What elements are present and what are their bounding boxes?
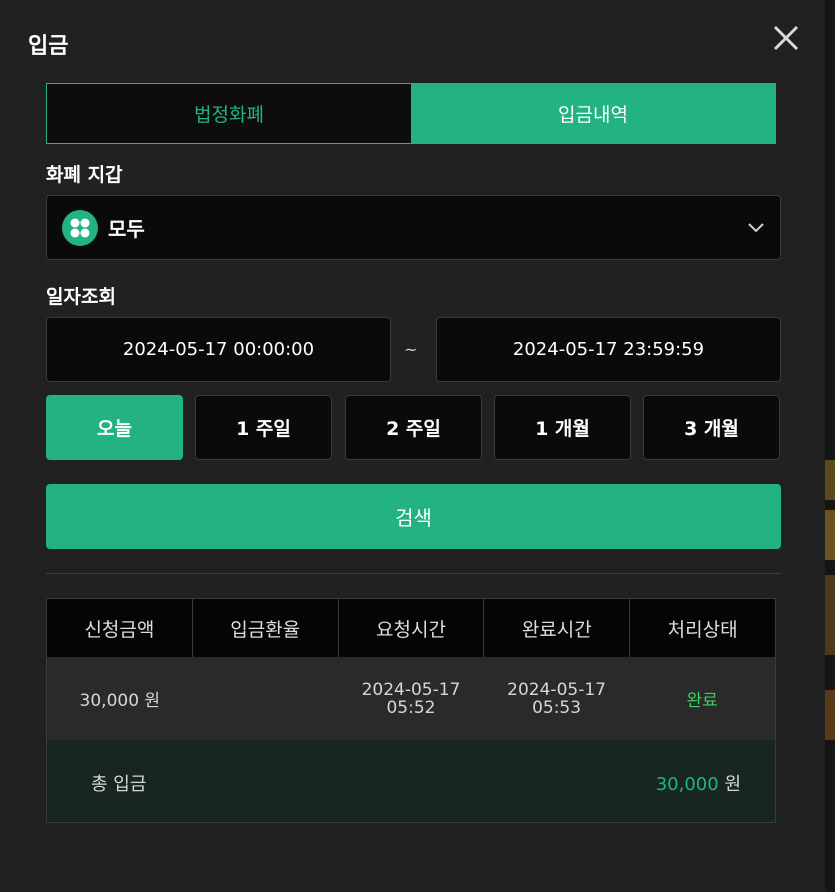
tab-fiat-currency[interactable]: 법정화폐 <box>47 84 411 143</box>
total-amount-value: 30,000 <box>655 774 719 795</box>
header-request-time: 요청시간 <box>339 599 485 657</box>
cell-complete-time: 2024-05-17 05:53 <box>484 657 630 740</box>
tab-bar: 법정화폐 입금내역 <box>46 83 776 144</box>
cell-complete-time-text: 05:53 <box>532 697 582 718</box>
range-1-week-button[interactable]: 1 주일 <box>195 395 332 460</box>
cell-request-time-text: 05:52 <box>386 697 436 718</box>
end-date-input[interactable]: 2024-05-17 23:59:59 <box>436 317 781 382</box>
wallet-label: 화폐 지갑 <box>46 164 123 186</box>
range-1-month-button[interactable]: 1 개월 <box>494 395 631 460</box>
total-label: 총 입금 <box>91 774 147 795</box>
grid-coin-icon <box>62 209 98 246</box>
header-status: 처리상태 <box>667 618 738 641</box>
range-2-weeks-button[interactable]: 2 주일 <box>345 395 482 460</box>
wallet-select[interactable]: 모두 <box>46 195 781 260</box>
close-button[interactable] <box>770 22 802 54</box>
close-icon <box>773 25 799 51</box>
divider <box>46 573 781 574</box>
cell-request-time: 2024-05-17 05:52 <box>338 657 484 740</box>
search-button[interactable]: 검색 <box>46 484 781 549</box>
table-row: 30,000 원 2024-05-17 05:52 2024-05-17 05:… <box>47 657 775 740</box>
deposit-history-table: 신청금액 입금환율 요청시간 완료시간 처리상태 30,000 원 2024-0… <box>46 598 776 823</box>
deposit-modal: 입금 법정화폐 입금내역 화폐 지갑 모두 일자조회 2024-05-17 00… <box>0 0 825 892</box>
status-badge: 완료 <box>686 691 718 711</box>
cell-rate <box>193 657 339 740</box>
cell-complete-date-text: 2024-05-17 <box>507 679 606 700</box>
tab-deposit-history[interactable]: 입금내역 <box>411 84 775 143</box>
range-today-button[interactable]: 오늘 <box>46 395 183 460</box>
date-separator: ~ <box>404 340 418 359</box>
background-page-edge <box>825 0 835 892</box>
wallet-selected-value: 모두 <box>108 217 145 241</box>
total-amount: 30,000 원 <box>656 770 741 796</box>
chevron-down-icon <box>748 223 764 233</box>
date-query-label: 일자조회 <box>46 286 116 308</box>
total-amount-unit: 원 <box>724 774 741 795</box>
table-header: 신청금액 입금환율 요청시간 완료시간 처리상태 <box>47 599 775 657</box>
range-3-months-button[interactable]: 3 개월 <box>643 395 780 460</box>
header-exchange-rate: 입금환율 <box>193 599 339 657</box>
cell-amount: 30,000 원 <box>79 691 161 711</box>
header-complete-time: 완료시간 <box>484 599 631 657</box>
cell-request-date-text: 2024-05-17 <box>361 679 461 700</box>
total-row: 총 입금 30,000 원 <box>47 740 775 822</box>
modal-title: 입금 <box>28 34 69 59</box>
header-request-amount: 신청금액 <box>47 599 193 657</box>
start-date-input[interactable]: 2024-05-17 00:00:00 <box>46 317 391 382</box>
